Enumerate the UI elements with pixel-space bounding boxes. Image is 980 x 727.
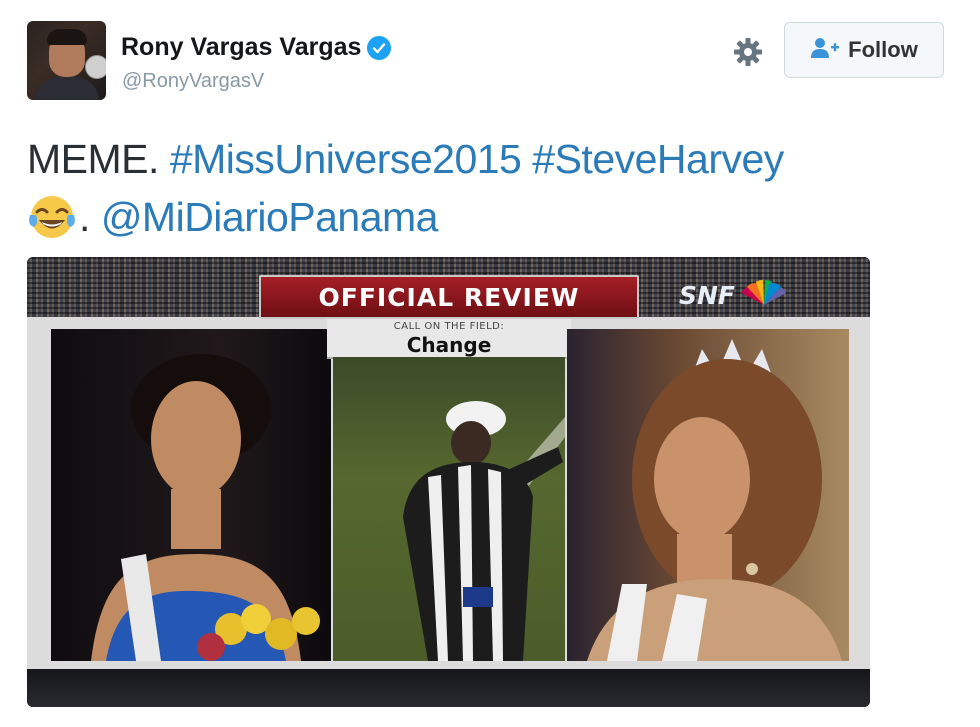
verified-badge-icon: [367, 35, 392, 60]
follow-button[interactable]: Follow: [784, 22, 944, 78]
face-with-tears-of-joy-icon: [27, 193, 77, 241]
left-photo-panel: [51, 329, 331, 661]
middle-photo-panel: [333, 357, 565, 661]
follow-button-label: Follow: [848, 37, 918, 62]
right-photo-panel: [567, 329, 849, 661]
call-on-field-box: CALL ON THE FIELD: Change: [327, 317, 571, 359]
hashtag-link[interactable]: #MissUniverse2015: [170, 136, 522, 182]
hashtag-link[interactable]: #SteveHarvey: [532, 136, 784, 182]
author-handle[interactable]: @RonyVargasV: [122, 70, 264, 93]
author-display-name[interactable]: Rony Vargas Vargas: [121, 33, 361, 62]
tweet-text-separator: .: [79, 194, 90, 240]
avatar-hair: [47, 29, 87, 45]
author-name-row[interactable]: Rony Vargas Vargas: [121, 33, 392, 62]
avatar-ball: [85, 55, 106, 79]
network-logo: SNF: [679, 279, 787, 312]
follow-person-icon: [810, 37, 840, 64]
call-on-field-label: CALL ON THE FIELD:: [393, 321, 505, 332]
call-on-field-value: Change: [406, 333, 492, 357]
mention-link[interactable]: @MiDiarioPanama: [101, 194, 439, 240]
broadcast-bottom-bar: [27, 669, 870, 707]
nbc-peacock-icon: [741, 279, 787, 312]
gear-icon[interactable]: [733, 37, 763, 67]
official-review-banner: OFFICIAL REVIEW: [259, 275, 639, 319]
official-review-text: OFFICIAL REVIEW: [318, 282, 580, 312]
avatar-shirt: [35, 77, 99, 100]
network-logo-text: SNF: [679, 281, 736, 310]
tweet-text-prefix: MEME.: [27, 136, 159, 182]
tweet-media-image[interactable]: CALL ON THE FIELD: Change OFFICIAL REVIE…: [27, 257, 870, 707]
avatar[interactable]: [27, 21, 106, 100]
tweet-text: MEME. #MissUniverse2015 #SteveHarvey . @…: [27, 130, 927, 246]
